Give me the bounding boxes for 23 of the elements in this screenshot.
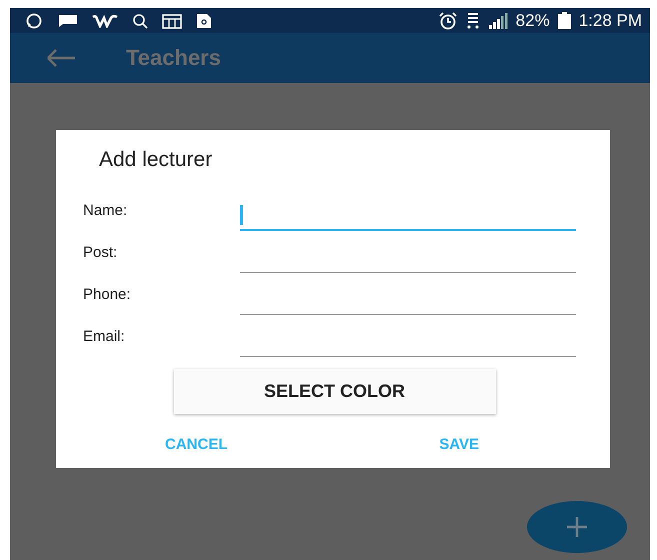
signal-icon bbox=[488, 12, 508, 28]
wave-icon bbox=[92, 14, 118, 28]
message-icon bbox=[58, 14, 78, 28]
text-cursor bbox=[240, 205, 243, 225]
select-color-button[interactable]: SELECT COLOR bbox=[174, 369, 496, 414]
field-label: Email: bbox=[83, 328, 126, 347]
sim-card-icon bbox=[466, 12, 480, 30]
plus-icon bbox=[565, 515, 589, 539]
field-label: Phone: bbox=[83, 286, 132, 305]
alarm-clock-icon bbox=[438, 12, 458, 30]
back-arrow-icon[interactable] bbox=[46, 49, 76, 67]
battery-percent: 82% bbox=[516, 10, 550, 30]
dialog-action-button[interactable]: CANCEL bbox=[161, 432, 232, 457]
search-icon bbox=[132, 12, 148, 28]
battery-icon bbox=[558, 12, 571, 29]
dialog-title: Add lecturer bbox=[98, 148, 214, 172]
clock-time: 1:28 PM bbox=[578, 10, 642, 30]
field-label: Name: bbox=[83, 202, 128, 221]
dialog-action-button[interactable]: SAVE bbox=[435, 432, 483, 457]
calendar-icon bbox=[162, 12, 182, 28]
screen-title: Teachers bbox=[126, 45, 221, 71]
field-label: Post: bbox=[83, 244, 118, 263]
chat-bubble-icon bbox=[24, 12, 44, 28]
